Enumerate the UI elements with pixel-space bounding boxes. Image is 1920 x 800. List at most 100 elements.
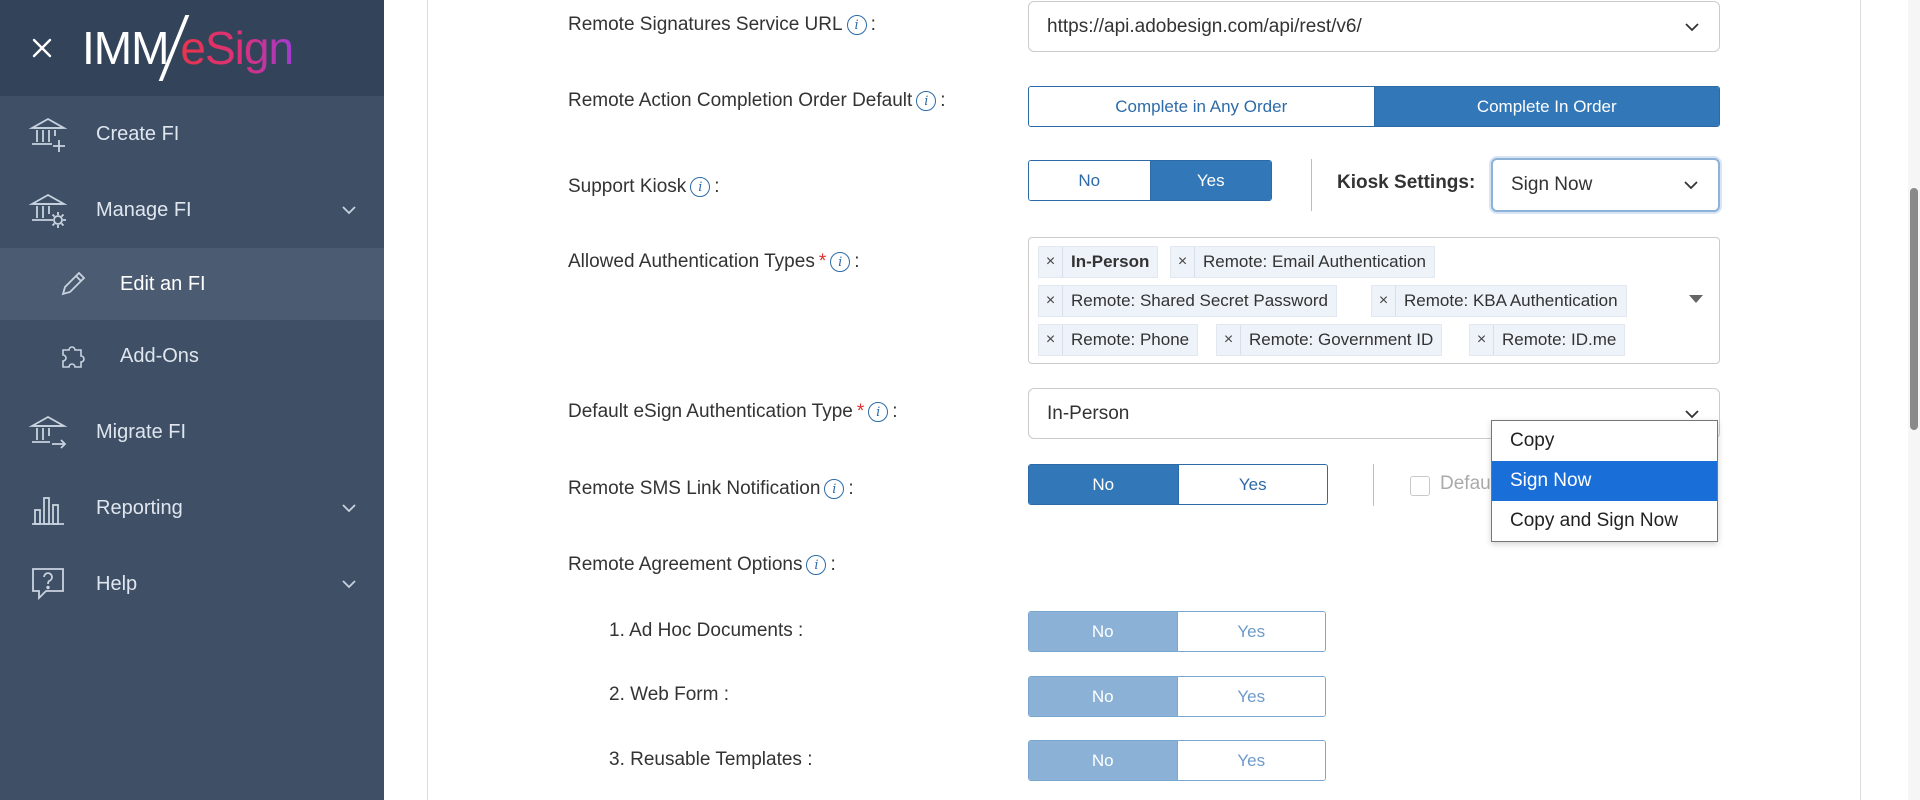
support-kiosk-label: Support Kiosk i : bbox=[568, 176, 720, 198]
label-colon: : bbox=[714, 176, 720, 197]
remove-tag-icon[interactable]: × bbox=[1372, 286, 1396, 316]
remove-tag-icon[interactable]: × bbox=[1039, 286, 1063, 316]
caret-down-icon[interactable] bbox=[1689, 295, 1703, 303]
default-auth-value: In-Person bbox=[1047, 402, 1130, 424]
dropdown-option-copy[interactable]: Copy bbox=[1492, 421, 1717, 461]
sidebar-item-reporting[interactable]: Reporting bbox=[0, 470, 384, 546]
bank-gear-icon bbox=[28, 190, 68, 230]
remote-url-label: Remote Signatures Service URL i : bbox=[568, 14, 876, 36]
chevron-down-icon bbox=[340, 575, 358, 593]
remote-url-value: https://api.adobesign.com/api/rest/v6/ bbox=[1047, 15, 1362, 37]
kiosk-settings-value: Sign Now bbox=[1511, 174, 1593, 195]
ad-hoc-yes-option[interactable]: Yes bbox=[1176, 612, 1325, 651]
chevron-down-icon bbox=[340, 499, 358, 517]
dropdown-option-copy-and-sign-now[interactable]: Copy and Sign Now bbox=[1492, 501, 1717, 541]
sidebar: IMM eSign Create FI Manage FI Edit an FI… bbox=[0, 0, 384, 800]
sidebar-item-edit-an-fi[interactable]: Edit an FI bbox=[0, 248, 384, 320]
pencil-icon bbox=[58, 269, 88, 299]
info-icon[interactable]: i bbox=[806, 555, 827, 575]
bank-plus-icon bbox=[28, 114, 68, 154]
complete-any-order-option[interactable]: Complete in Any Order bbox=[1029, 87, 1374, 126]
reusable-templates-label: 3. Reusable Templates : bbox=[609, 749, 813, 770]
logo-imm-text: IMM bbox=[82, 22, 169, 74]
help-bubble-icon bbox=[28, 564, 68, 604]
auth-types-label: Allowed Authentication Types * i : bbox=[568, 251, 860, 273]
sidebar-item-create-fi[interactable]: Create FI bbox=[0, 96, 384, 172]
kiosk-yes-option[interactable]: Yes bbox=[1149, 161, 1271, 200]
default-auth-label-text: Default eSign Authentication Type bbox=[568, 401, 853, 422]
app-logo: IMM eSign bbox=[82, 15, 294, 81]
sms-no-option[interactable]: No bbox=[1029, 465, 1178, 504]
sidebar-header: IMM eSign bbox=[0, 0, 384, 96]
auth-type-tag: × Remote: ID.me bbox=[1469, 324, 1626, 356]
sidebar-item-label: Migrate FI bbox=[96, 420, 187, 443]
sidebar-item-label: Edit an FI bbox=[120, 272, 206, 295]
web-form-toggle: No Yes bbox=[1028, 676, 1326, 717]
tag-text: Remote: Shared Secret Password bbox=[1071, 291, 1329, 310]
required-mark: * bbox=[818, 251, 827, 272]
web-form-label: 2. Web Form : bbox=[609, 684, 730, 705]
remote-url-label-text: Remote Signatures Service URL bbox=[568, 14, 843, 35]
remove-tag-icon[interactable]: × bbox=[1470, 325, 1494, 355]
chevron-down-icon bbox=[340, 201, 358, 219]
info-icon[interactable]: i bbox=[830, 252, 851, 272]
kiosk-settings-dropdown: Copy Sign Now Copy and Sign Now bbox=[1491, 420, 1718, 542]
reusable-templates-no-option[interactable]: No bbox=[1029, 741, 1177, 780]
info-icon[interactable]: i bbox=[846, 15, 867, 35]
auth-types-multiselect[interactable]: × In-Person × Remote: Email Authenticati… bbox=[1028, 237, 1720, 364]
label-colon: : bbox=[892, 401, 898, 422]
auth-type-tag: × In-Person bbox=[1038, 246, 1159, 278]
label-colon: : bbox=[830, 554, 836, 575]
auth-type-tag: × Remote: Shared Secret Password bbox=[1038, 285, 1338, 317]
kiosk-settings-label: Kiosk Settings: bbox=[1337, 172, 1476, 193]
sidebar-item-help[interactable]: Help bbox=[0, 546, 384, 622]
ad-hoc-documents-label: 1. Ad Hoc Documents : bbox=[609, 620, 804, 641]
remove-tag-icon[interactable]: × bbox=[1217, 325, 1241, 355]
close-icon[interactable] bbox=[28, 34, 56, 62]
default-checkbox[interactable] bbox=[1410, 476, 1430, 496]
kiosk-no-option[interactable]: No bbox=[1029, 161, 1150, 200]
tag-text: Remote: ID.me bbox=[1502, 330, 1617, 349]
chevron-down-icon bbox=[1684, 176, 1698, 190]
reusable-templates-yes-option[interactable]: Yes bbox=[1176, 741, 1325, 780]
card-border-right bbox=[1860, 0, 1861, 800]
sidebar-item-migrate-fi[interactable]: Migrate FI bbox=[0, 394, 384, 470]
sidebar-item-label: Reporting bbox=[96, 496, 183, 519]
divider bbox=[1373, 464, 1374, 506]
web-form-yes-option[interactable]: Yes bbox=[1176, 677, 1325, 716]
sidebar-item-label: Create FI bbox=[96, 122, 180, 145]
sms-yes-option[interactable]: Yes bbox=[1177, 465, 1327, 504]
remote-url-select[interactable]: https://api.adobesign.com/api/rest/v6/ bbox=[1028, 1, 1720, 52]
web-form-no-option[interactable]: No bbox=[1029, 677, 1177, 716]
auth-types-label-text: Allowed Authentication Types bbox=[568, 251, 815, 272]
logo-esign-text: eSign bbox=[180, 22, 294, 74]
chevron-down-icon bbox=[1685, 18, 1699, 32]
auth-type-tag: × Remote: KBA Authentication bbox=[1371, 285, 1627, 317]
complete-in-order-option[interactable]: Complete In Order bbox=[1373, 87, 1719, 126]
dropdown-option-sign-now[interactable]: Sign Now bbox=[1492, 461, 1717, 501]
bank-arrow-icon bbox=[28, 412, 68, 452]
divider bbox=[1311, 159, 1312, 211]
agreement-options-label-text: Remote Agreement Options bbox=[568, 554, 803, 575]
info-icon[interactable]: i bbox=[690, 177, 711, 197]
remove-tag-icon[interactable]: × bbox=[1039, 325, 1063, 355]
sms-link-label: Remote SMS Link Notification i : bbox=[568, 478, 854, 500]
kiosk-settings-select[interactable]: Sign Now bbox=[1491, 158, 1720, 212]
info-icon[interactable]: i bbox=[868, 402, 889, 422]
sidebar-item-manage-fi[interactable]: Manage FI bbox=[0, 172, 384, 248]
tag-text: Remote: Government ID bbox=[1249, 330, 1434, 349]
bar-chart-icon bbox=[28, 488, 68, 528]
auth-type-tag: × Remote: Phone bbox=[1038, 324, 1199, 356]
info-icon[interactable]: i bbox=[824, 479, 845, 499]
sidebar-item-add-ons[interactable]: Add-Ons bbox=[0, 320, 384, 392]
ad-hoc-no-option[interactable]: No bbox=[1029, 612, 1177, 651]
remove-tag-icon[interactable]: × bbox=[1171, 247, 1195, 277]
tag-text: Remote: KBA Authentication bbox=[1404, 291, 1618, 310]
sms-link-toggle: No Yes bbox=[1028, 464, 1328, 505]
info-icon[interactable]: i bbox=[916, 91, 937, 111]
tag-text: In-Person bbox=[1071, 252, 1150, 271]
remove-tag-icon[interactable]: × bbox=[1039, 247, 1063, 277]
label-colon: : bbox=[854, 251, 860, 272]
label-colon: : bbox=[870, 14, 876, 35]
scrollbar-thumb[interactable] bbox=[1910, 188, 1918, 430]
